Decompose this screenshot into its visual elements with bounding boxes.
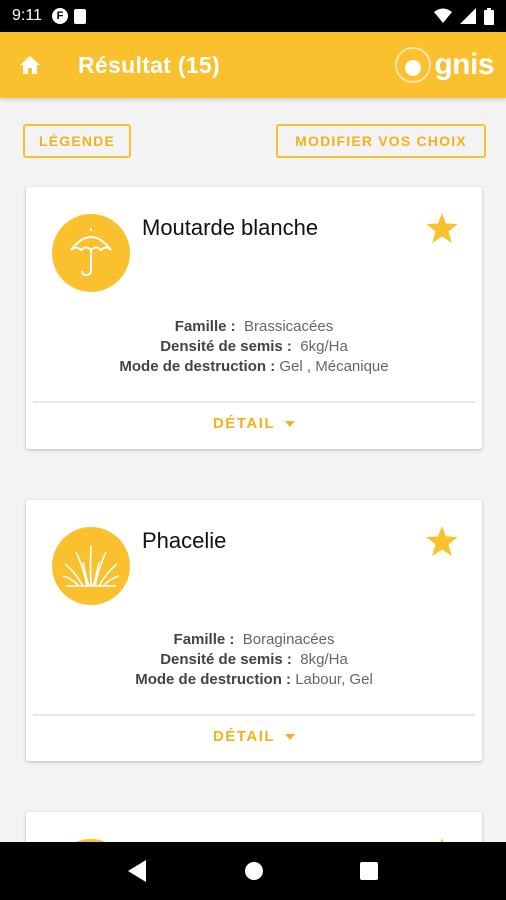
logo-text: gnis	[434, 48, 494, 81]
mode-label: Mode de destruction :	[119, 358, 276, 375]
status-time: 9:11	[12, 7, 42, 24]
wifi-icon	[434, 8, 452, 23]
umbrella-icon	[70, 228, 112, 277]
caret-down-icon	[285, 733, 296, 740]
plant-avatar	[52, 527, 130, 605]
densite-label: Densité de semis :	[160, 651, 292, 668]
mode-value: Gel , Mécanique	[279, 358, 389, 375]
detail-label: DÉTAIL	[212, 415, 276, 432]
back-icon[interactable]	[128, 860, 148, 882]
favorite-star-icon[interactable]	[426, 213, 458, 243]
modify-choices-button[interactable]: MODIFIER VOS CHOIX	[276, 124, 486, 158]
legend-button[interactable]: LÉGENDE	[23, 124, 131, 158]
page-title: Résultat (15)	[78, 51, 220, 78]
logo-mark-icon	[395, 47, 432, 83]
famille-label: Famille :	[174, 318, 236, 335]
sd-card-icon	[73, 8, 86, 24]
densite-label: Densité de semis :	[160, 338, 292, 355]
gnis-logo: gnis	[394, 46, 494, 84]
plant-info: Famille : Boraginacées Densité de semis …	[26, 630, 482, 690]
plant-card: Moutarde blanche Famille : Brassicacées …	[26, 187, 482, 449]
plant-avatar	[52, 214, 130, 292]
recents-icon[interactable]	[360, 862, 378, 880]
signal-icon	[460, 8, 476, 24]
system-nav-bar	[0, 842, 506, 900]
densite-value: 6kg/Ha	[300, 338, 348, 355]
home-circle-icon[interactable]	[244, 861, 264, 881]
home-icon	[20, 56, 40, 74]
divider	[33, 714, 475, 716]
app-bar: Résultat (15) gnis	[0, 32, 506, 98]
app-notification-icon: F	[51, 8, 68, 24]
grass-icon	[62, 545, 120, 587]
detail-button[interactable]: DÉTAIL	[26, 415, 482, 432]
caret-down-icon	[285, 420, 296, 427]
mode-label: Mode de destruction :	[135, 671, 292, 688]
densite-value: 8kg/Ha	[300, 651, 348, 668]
detail-button[interactable]: DÉTAIL	[26, 728, 482, 745]
mode-value: Labour, Gel	[295, 671, 373, 688]
plant-name: Moutarde blanche	[142, 215, 319, 240]
divider	[33, 401, 475, 403]
detail-label: DÉTAIL	[212, 728, 276, 745]
battery-icon	[484, 7, 494, 25]
famille-value: Brassicacées	[244, 318, 334, 335]
famille-label: Famille :	[173, 631, 235, 648]
home-button[interactable]	[0, 32, 60, 98]
favorite-star-icon[interactable]	[426, 526, 458, 556]
plant-card: Phacelie Famille : Boraginacées Densité …	[26, 500, 482, 761]
plant-name: Phacelie	[142, 528, 227, 553]
famille-value: Boraginacées	[242, 631, 335, 648]
status-bar: 9:11 F	[0, 0, 506, 32]
plant-info: Famille : Brassicacées Densité de semis …	[26, 317, 482, 377]
